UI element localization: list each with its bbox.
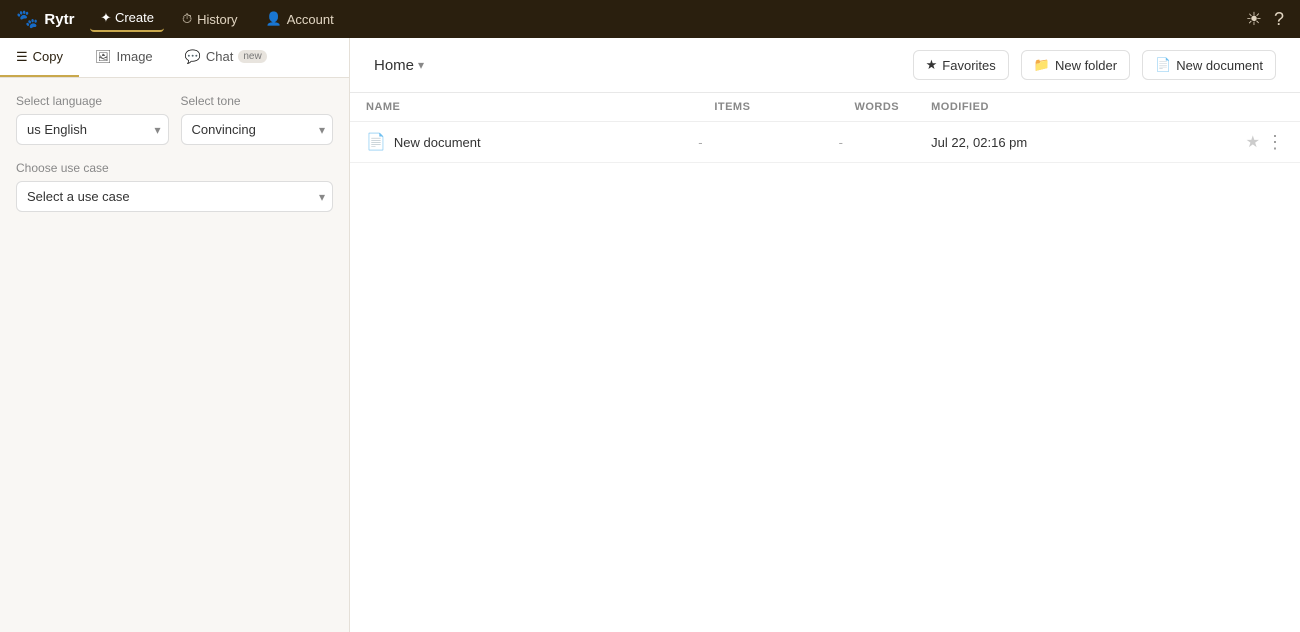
tone-select[interactable]: Convincing Formal Casual Humorous Inspir… [181, 114, 334, 145]
file-table-container: NAME ITEMS WORDS MODIFIED 📄 New document… [350, 93, 1300, 163]
use-case-group: Choose use case Select a use case Blog E… [16, 161, 333, 212]
col-items: ITEMS [634, 93, 766, 122]
breadcrumb-chevron-icon: ▾ [418, 58, 424, 72]
new-document-button[interactable]: 📄 New document [1142, 50, 1276, 80]
use-case-select[interactable]: Select a use case Blog Email Social Medi… [16, 181, 333, 212]
file-table: NAME ITEMS WORDS MODIFIED 📄 New document… [350, 93, 1300, 163]
logo-label: Rytr [44, 11, 74, 28]
chat-tab-badge: new [238, 50, 266, 63]
logo[interactable]: 🐾 Rytr [16, 9, 74, 30]
tone-group: Select tone Convincing Formal Casual Hum… [181, 94, 334, 145]
help-icon[interactable]: ? [1274, 9, 1284, 30]
history-label: History [197, 12, 237, 27]
tone-label: Select tone [181, 94, 334, 108]
new-folder-button[interactable]: 📁 New folder [1021, 50, 1130, 80]
main-actions: ★ Favorites 📁 New folder 📄 New document [913, 50, 1276, 80]
file-name-cell: 📄 New document [366, 132, 618, 152]
language-select-wrapper: us English UK English Spanish French Ger… [16, 114, 169, 145]
file-modified: Jul 22, 02:16 pm [915, 122, 1163, 163]
star-button[interactable]: ★ [1246, 132, 1260, 152]
file-doc-icon: 📄 [366, 132, 386, 152]
new-document-label: New document [1176, 58, 1263, 73]
sidebar-content: Select language us English UK English Sp… [0, 78, 349, 244]
document-icon: 📄 [1155, 57, 1171, 73]
file-items: - [634, 122, 766, 163]
logo-icon: 🐾 [16, 9, 38, 30]
sidebar: ☰ Copy 🖼 Image 💬 Chat new Select languag… [0, 38, 350, 632]
nav-history[interactable]: ⏱ History [172, 7, 248, 31]
history-icon: ⏱ [182, 11, 192, 27]
favorites-label: Favorites [942, 58, 995, 73]
create-label: ✦ Create [100, 10, 154, 26]
language-group: Select language us English UK English Sp… [16, 94, 169, 145]
image-tab-label: Image [117, 49, 153, 64]
use-case-select-wrapper: Select a use case Blog Email Social Medi… [16, 181, 333, 212]
language-select[interactable]: us English UK English Spanish French Ger… [16, 114, 169, 145]
account-label: Account [287, 12, 334, 27]
language-tone-row: Select language us English UK English Sp… [16, 94, 333, 145]
main-content: Home ▾ ★ Favorites 📁 New folder 📄 New do… [350, 38, 1300, 632]
chat-tab-icon: 💬 [185, 49, 201, 65]
favorites-button[interactable]: ★ Favorites [913, 50, 1009, 80]
folder-icon: 📁 [1034, 57, 1050, 73]
file-name: New document [394, 135, 481, 150]
tone-select-wrapper: Convincing Formal Casual Humorous Inspir… [181, 114, 334, 145]
star-icon: ★ [926, 57, 938, 73]
image-tab-icon: 🖼 [95, 49, 112, 65]
new-folder-label: New folder [1055, 58, 1117, 73]
col-name: NAME [350, 93, 634, 122]
row-actions: ★ ⋮ [1180, 132, 1284, 152]
sidebar-tabs: ☰ Copy 🖼 Image 💬 Chat new [0, 38, 349, 78]
breadcrumb-home: Home [374, 57, 414, 74]
copy-tab-icon: ☰ [16, 49, 28, 65]
language-label: Select language [16, 94, 169, 108]
chat-tab-label: Chat [206, 49, 233, 64]
tab-image[interactable]: 🖼 Image [79, 38, 169, 77]
account-icon: 👤 [266, 11, 282, 27]
col-modified: MODIFIED [915, 93, 1163, 122]
table-row[interactable]: 📄 New document - - Jul 22, 02:16 pm ★ ⋮ [350, 122, 1300, 163]
file-words: - [766, 122, 915, 163]
more-button[interactable]: ⋮ [1266, 133, 1284, 151]
tab-copy[interactable]: ☰ Copy [0, 38, 79, 77]
main-header: Home ▾ ★ Favorites 📁 New folder 📄 New do… [350, 38, 1300, 93]
copy-tab-label: Copy [33, 49, 63, 64]
tab-chat[interactable]: 💬 Chat new [169, 38, 283, 77]
nav-account[interactable]: 👤 Account [256, 7, 344, 31]
use-case-label: Choose use case [16, 161, 333, 175]
breadcrumb[interactable]: Home ▾ [374, 57, 424, 74]
brightness-icon[interactable]: ☀ [1246, 9, 1262, 30]
col-words: WORDS [766, 93, 915, 122]
nav-create[interactable]: ✦ Create [90, 6, 164, 32]
